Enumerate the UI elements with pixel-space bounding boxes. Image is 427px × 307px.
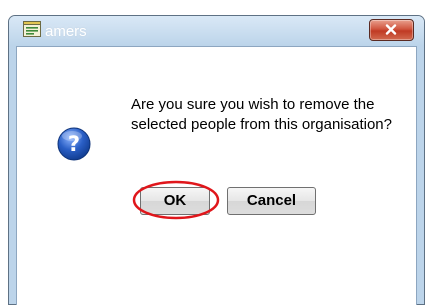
close-x-icon: [385, 24, 397, 35]
question-icon: ?: [57, 127, 91, 161]
confirm-message: Are you sure you wish to remove the sele…: [131, 96, 392, 133]
window-title: amers: [45, 23, 87, 40]
form-icon: [23, 21, 41, 37]
ok-button[interactable]: OK: [140, 187, 210, 215]
close-button[interactable]: [369, 19, 414, 41]
confirm-dialog: amers ? Are you sure you wish to remove …: [8, 15, 425, 305]
cancel-button[interactable]: Cancel: [227, 187, 316, 215]
title-bar[interactable]: amers: [9, 16, 424, 46]
dialog-body: ? Are you sure you wish to remove the se…: [16, 46, 417, 305]
svg-text:?: ?: [68, 132, 80, 156]
